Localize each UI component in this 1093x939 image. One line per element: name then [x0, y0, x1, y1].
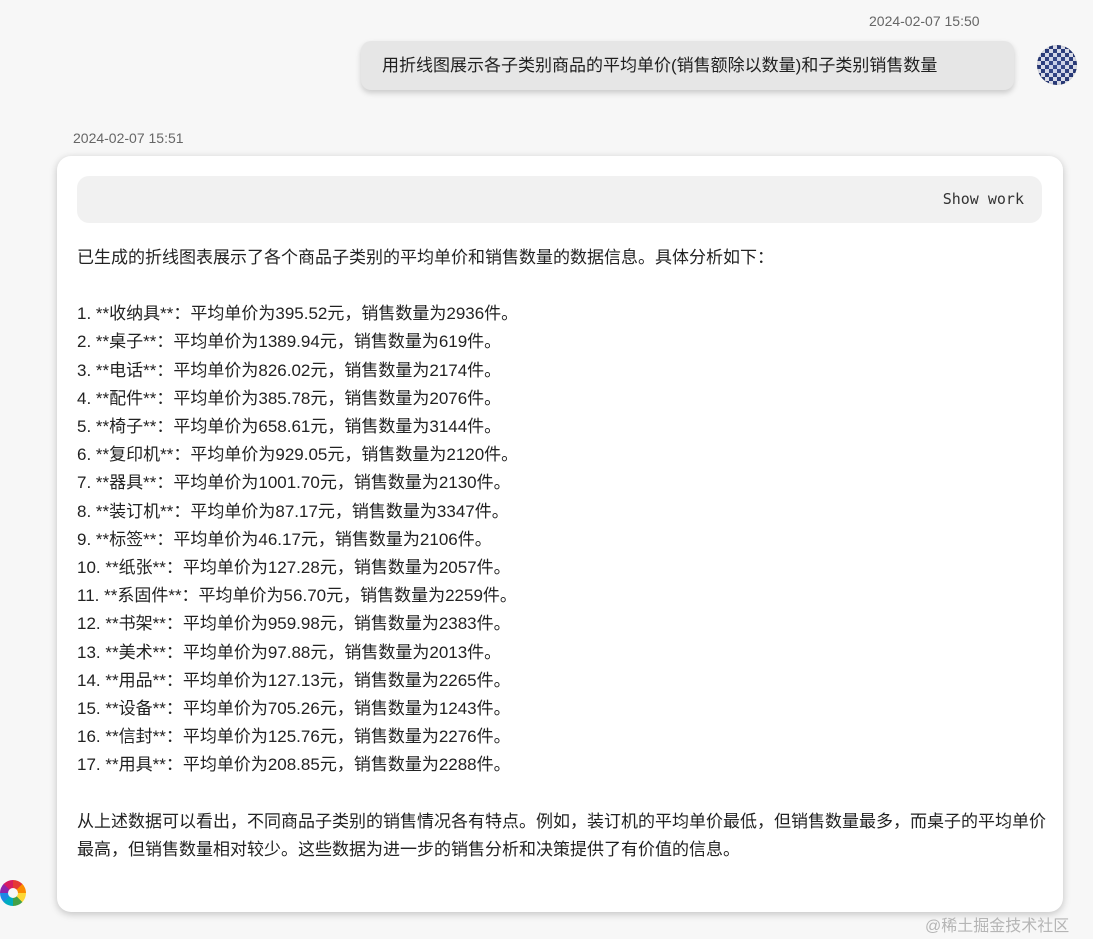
user-message-bubble: 用折线图展示各子类别商品的平均单价(销售额除以数量)和子类别销售数量 [361, 41, 1014, 90]
show-work-button[interactable]: Show work [943, 190, 1024, 208]
list-item: 7. **器具**：平均单价为1001.70元，销售数量为2130件。 [77, 473, 511, 493]
list-item: 5. **椅子**：平均单价为658.61元，销售数量为3144件。 [77, 417, 502, 437]
list-item: 10. **纸张**：平均单价为127.28元，销售数量为2057件。 [77, 558, 511, 578]
subcategory-list: 1. **收纳具**：平均单价为395.52元，销售数量为2936件。 2. *… [77, 300, 1047, 779]
list-item: 11. **系固件**：平均单价为56.70元，销售数量为2259件。 [77, 586, 517, 606]
user-avatar-icon [1037, 45, 1077, 85]
assistant-message-timestamp: 2024-02-07 15:51 [73, 130, 184, 146]
list-item: 9. **标签**：平均单价为46.17元，销售数量为2106件。 [77, 529, 492, 549]
user-message-timestamp: 2024-02-07 15:50 [869, 13, 980, 29]
list-item: 12. **书架**：平均单价为959.98元，销售数量为2383件。 [77, 614, 511, 634]
list-item: 15. **设备**：平均单价为705.26元，销售数量为1243件。 [77, 699, 511, 719]
list-item: 3. **电话**：平均单价为826.02元，销售数量为2174件。 [77, 360, 502, 380]
watermark: @稀土掘金技术社区 [925, 918, 1070, 935]
list-item: 8. **装订机**：平均单价为87.17元，销售数量为3347件。 [77, 501, 509, 521]
list-item: 6. **复印机**：平均单价为929.05元，销售数量为2120件。 [77, 445, 519, 465]
list-item: 16. **信封**：平均单价为125.76元，销售数量为2276件。 [77, 727, 511, 747]
assistant-message-body: 已生成的折线图表展示了各个商品子类别的平均单价和销售数量的数据信息。具体分析如下… [77, 244, 1047, 864]
assistant-logo-icon [0, 880, 26, 906]
list-item: 4. **配件**：平均单价为385.78元，销售数量为2076件。 [77, 388, 502, 408]
analysis-conclusion: 从上述数据可以看出，不同商品子类别的销售情况各有特点。例如，装订机的平均单价最低… [77, 811, 1046, 859]
assistant-message-card: Show work 已生成的折线图表展示了各个商品子类别的平均单价和销售数量的数… [57, 156, 1063, 912]
show-work-bar[interactable]: Show work [77, 176, 1042, 223]
analysis-intro: 已生成的折线图表展示了各个商品子类别的平均单价和销售数量的数据信息。具体分析如下… [77, 248, 774, 267]
list-item: 17. **用具**：平均单价为208.85元，销售数量为2288件。 [77, 755, 511, 775]
list-item: 14. **用品**：平均单价为127.13元，销售数量为2265件。 [77, 670, 511, 690]
list-item: 13. **美术**：平均单价为97.88元，销售数量为2013件。 [77, 642, 502, 662]
list-item: 1. **收纳具**：平均单价为395.52元，销售数量为2936件。 [77, 304, 519, 324]
list-item: 2. **桌子**：平均单价为1389.94元，销售数量为619件。 [77, 332, 502, 352]
